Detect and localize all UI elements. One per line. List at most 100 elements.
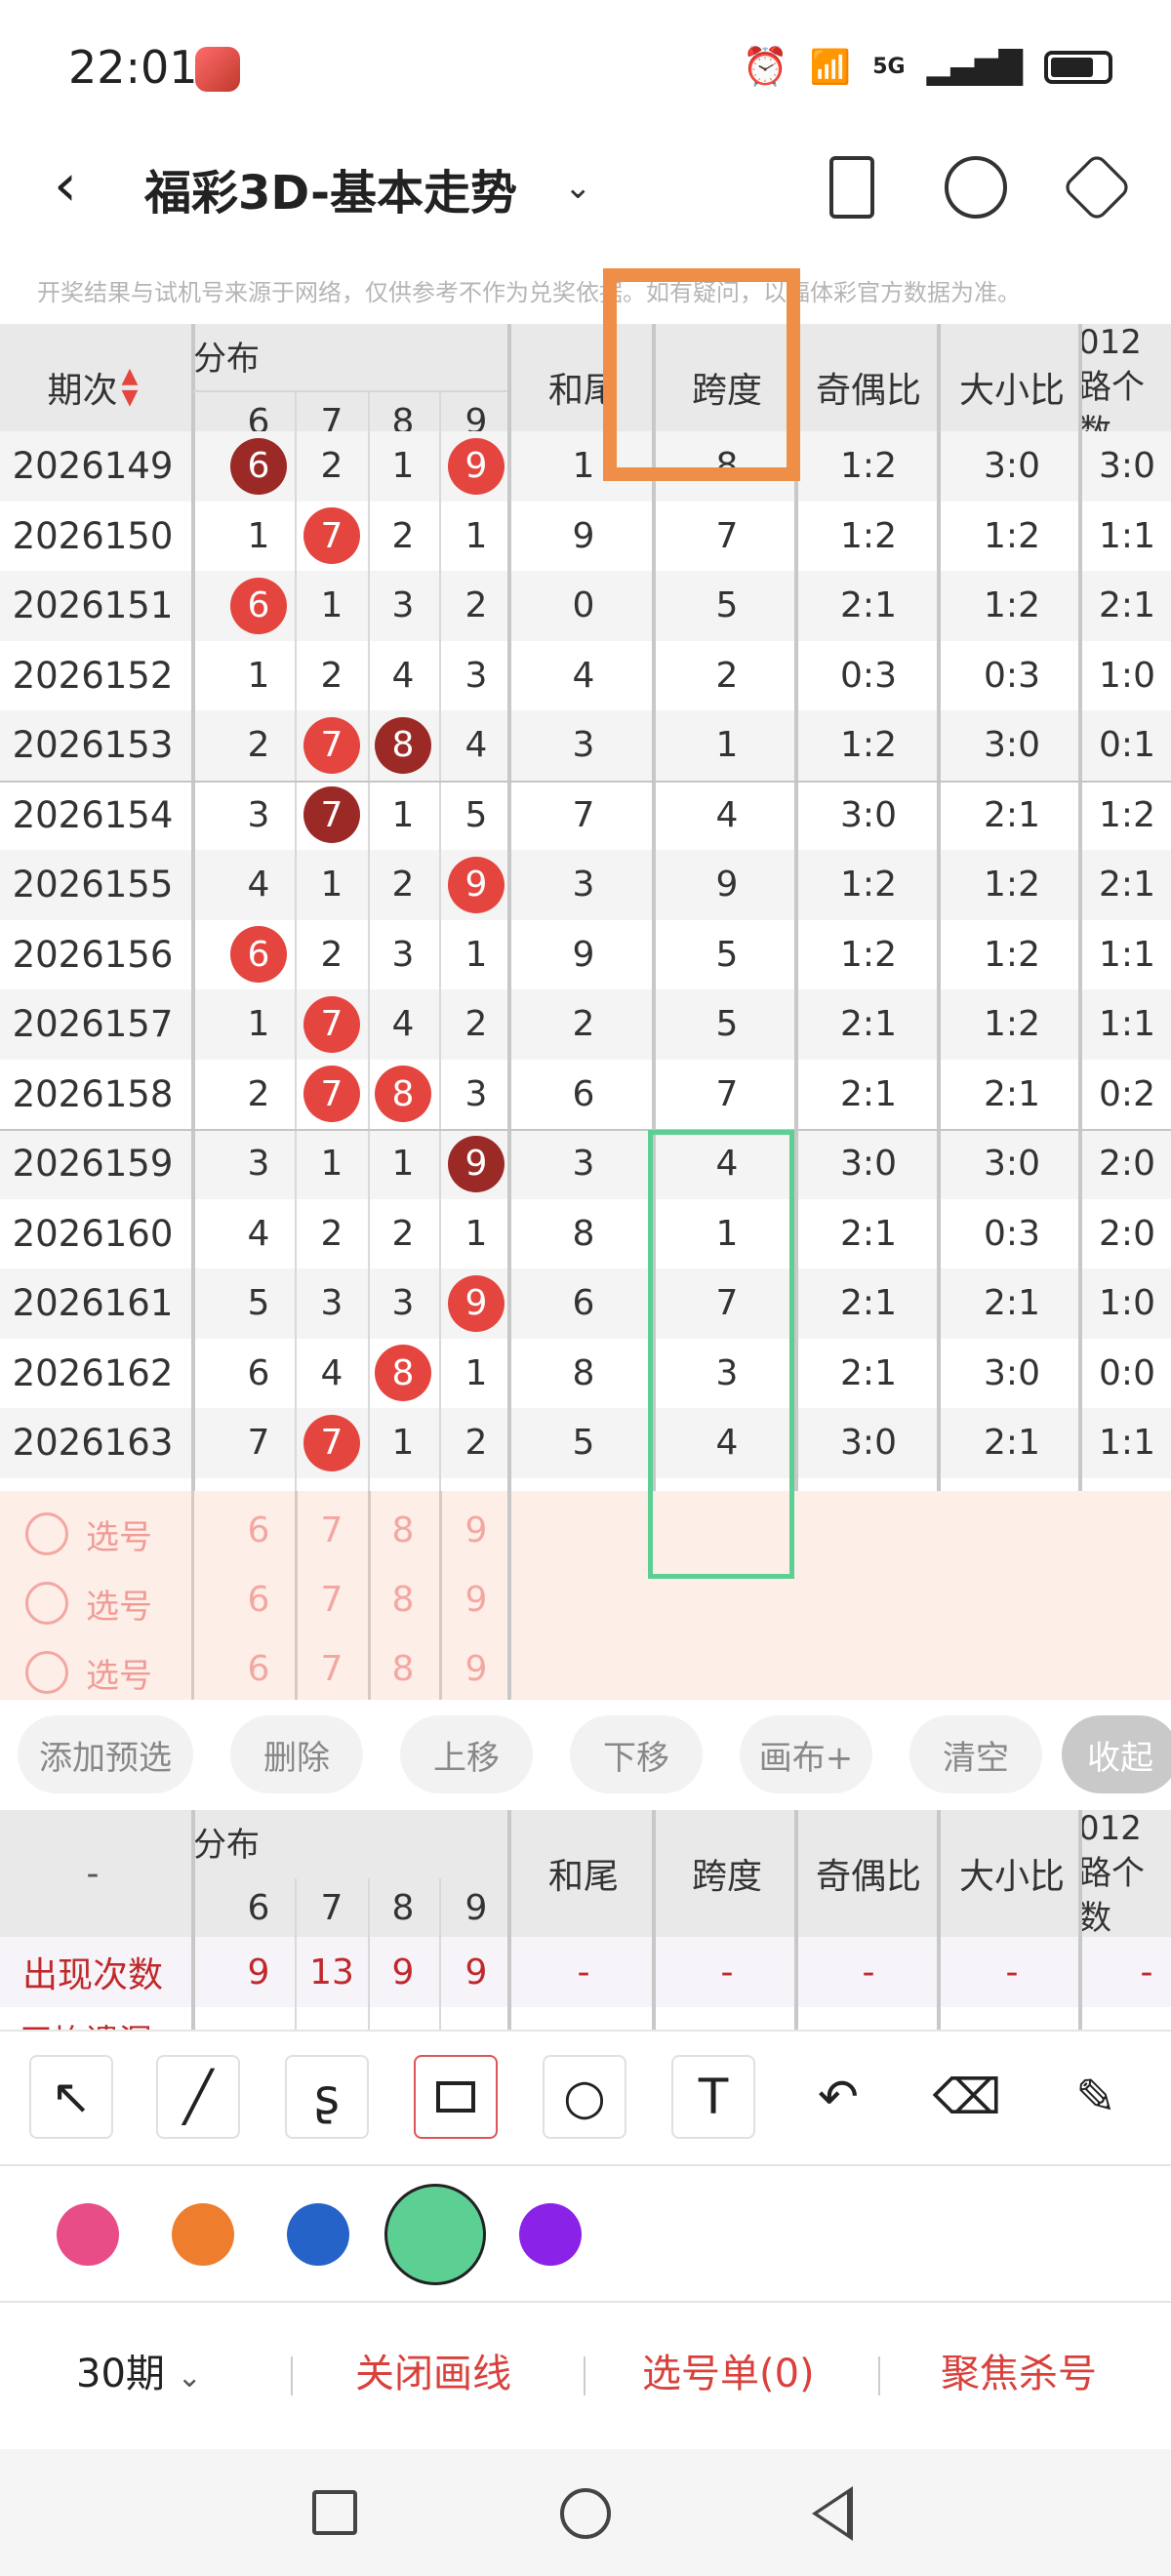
share-icon[interactable] (945, 156, 1007, 219)
color-swatch[interactable] (384, 2184, 486, 2285)
pick-digit[interactable]: 8 (384, 1649, 423, 1689)
number-ball: 9 (448, 437, 505, 495)
value-cell: 2:0 (1099, 1144, 1155, 1185)
back-nav-icon-inner (818, 2494, 847, 2533)
column-divider (794, 324, 798, 1491)
issue-number: 2026163 (12, 1422, 174, 1465)
pick-checkbox[interactable] (25, 1582, 68, 1625)
distribution-cell: 9 (442, 850, 510, 920)
text-tool-icon[interactable]: T (671, 2055, 755, 2139)
color-swatch[interactable] (57, 2203, 119, 2266)
layout-switch-icon[interactable] (829, 156, 874, 219)
number-ball: 8 (375, 1066, 431, 1123)
digit-value: 1 (391, 1423, 415, 1464)
stats-row-partial: 平均遗漏 (0, 2007, 1171, 2030)
close-drawing-button[interactable]: 关闭画线 (355, 2342, 511, 2398)
pick-digit[interactable]: 7 (312, 1580, 351, 1620)
pick-digit[interactable]: 8 (384, 1580, 423, 1620)
distribution-cell: 1 (369, 1408, 437, 1478)
recent-apps-icon[interactable] (312, 2490, 357, 2535)
action-button[interactable]: 下移 (570, 1715, 703, 1793)
number-ball: 8 (375, 1345, 431, 1402)
line-tool-icon[interactable]: ╱ (156, 2055, 240, 2139)
freehand-tool-icon[interactable]: ʂ (285, 2055, 369, 2139)
pick-digit[interactable]: 6 (239, 1510, 278, 1550)
eraser-icon[interactable]: ⌫ (925, 2055, 1009, 2139)
action-button[interactable]: 删除 (230, 1715, 363, 1793)
circle-tool-icon[interactable]: ○ (543, 2055, 626, 2139)
pick-digit[interactable]: 9 (457, 1649, 496, 1689)
action-button[interactable]: 添加预选 (18, 1715, 193, 1793)
value-cell: 1:2 (984, 865, 1040, 906)
action-button[interactable]: 画布+ (740, 1715, 872, 1793)
distribution-cell: 2 (369, 1199, 437, 1269)
digit-divider (295, 1878, 297, 2030)
number-ball: 9 (448, 856, 505, 913)
settings-icon[interactable] (1061, 151, 1133, 223)
issue-number: 2026154 (12, 793, 174, 836)
value-cell: 4 (715, 794, 739, 835)
arrow-tool-icon[interactable]: ↖ (29, 2055, 113, 2139)
stats-table: - 分布 6 7 8 9 和尾 跨度 奇偶比大小比 012路个数出现次数 9 13 9 9 - - - - - 平均遗… (0, 1809, 1171, 2030)
distribution-cell: 7 (298, 989, 366, 1060)
pick-checkbox[interactable] (25, 1651, 68, 1694)
distribution-cell: 8 (369, 710, 437, 781)
title-dropdown-chevron-icon[interactable]: ⌄ (564, 168, 592, 207)
pick-digit[interactable]: 7 (312, 1510, 351, 1550)
action-button[interactable]: 收起 (1062, 1715, 1171, 1793)
distribution-cell: 4 (369, 641, 437, 711)
distribution-cell: 2 (298, 1199, 366, 1269)
pick-digit[interactable]: 6 (239, 1580, 278, 1620)
action-button[interactable]: 清空 (909, 1715, 1042, 1793)
color-swatch[interactable] (519, 2203, 582, 2266)
stats-count: 9 (391, 1952, 415, 1992)
distribution-cell: 3 (224, 1129, 293, 1199)
value-cell: 3 (572, 865, 595, 906)
distribution-cell: 2 (224, 710, 293, 781)
number-picker: 选号 6 7 8 9 选号 6 7 8 9 选号 6 7 8 9 (0, 1491, 1171, 1700)
pick-digit[interactable]: 8 (384, 1510, 423, 1550)
group-divider (0, 780, 1171, 783)
selection-list-button[interactable]: 选号单(0) (642, 2342, 815, 2398)
value-cell: 1:2 (840, 515, 897, 556)
pick-digit[interactable]: 9 (457, 1580, 496, 1620)
back-arrow-icon[interactable]: ‹ (54, 156, 93, 215)
pick-checkbox[interactable] (25, 1512, 68, 1555)
value-cell: 2 (715, 655, 739, 696)
column-divider (652, 1810, 656, 2030)
value-cell: 2:1 (840, 1004, 897, 1045)
distribution-digit-header: 6 (247, 1887, 270, 1928)
stats-count: 9 (247, 1952, 270, 1992)
issue-number: 2026155 (12, 864, 174, 906)
rectangle-tool-icon[interactable] (414, 2055, 498, 2139)
focus-kill-button[interactable]: 聚焦杀号 (941, 2342, 1097, 2398)
value-cell: 1 (715, 725, 739, 766)
period-selector[interactable]: 30期 ⌄ (76, 2342, 202, 2398)
digit-value: 4 (464, 725, 488, 766)
group-divider (0, 1129, 1171, 1131)
action-button[interactable]: 上移 (400, 1715, 533, 1793)
distribution-cell: 9 (442, 431, 510, 502)
column-divider (794, 1810, 798, 2030)
issue-number: 2026156 (12, 933, 174, 976)
distribution-cell: 1 (224, 641, 293, 711)
pick-digit[interactable]: 7 (312, 1649, 351, 1689)
distribution-cell: 4 (224, 1199, 293, 1269)
digit-value: 3 (247, 794, 270, 835)
color-swatch[interactable] (287, 2203, 349, 2266)
color-swatch[interactable] (172, 2203, 234, 2266)
distribution-cell: 3 (442, 641, 510, 711)
pick-digit[interactable]: 6 (239, 1649, 278, 1689)
digit-divider (368, 1878, 370, 2030)
brush-clear-icon[interactable]: ✎ (1054, 2055, 1138, 2139)
undo-icon[interactable]: ↶ (796, 2055, 880, 2139)
value-cell: 1:1 (1099, 1004, 1155, 1045)
issue-number: 2026159 (12, 1143, 174, 1186)
distribution-digit-header: 9 (464, 1887, 488, 1928)
stats-dash: - (720, 1952, 734, 1992)
value-cell: 1:2 (840, 446, 897, 487)
distribution-cell: 2 (369, 502, 437, 572)
number-ball: 6 (230, 926, 287, 984)
pick-digit[interactable]: 9 (457, 1510, 496, 1550)
home-icon[interactable] (560, 2488, 611, 2539)
